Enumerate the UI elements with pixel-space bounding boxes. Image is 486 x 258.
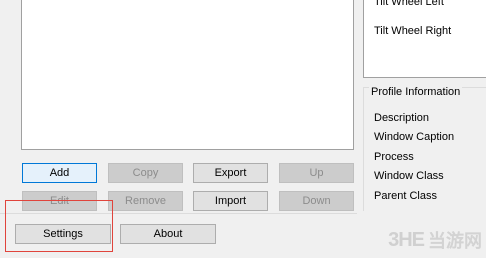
- highlight-box: [5, 200, 113, 252]
- watermark-text: 当游网: [428, 231, 482, 251]
- action-list[interactable]: Tilt Wheel Left Tilt Wheel Right: [363, 0, 486, 78]
- list-item[interactable]: Tilt Wheel Left: [374, 0, 444, 8]
- copy-button[interactable]: Copy: [108, 163, 183, 183]
- watermark-logo: 3HE: [388, 228, 425, 251]
- profile-information-group: Profile Information Description Window C…: [363, 86, 486, 211]
- watermark: 3HE 当游网: [362, 225, 482, 255]
- remove-button[interactable]: Remove: [108, 191, 183, 211]
- up-button[interactable]: Up: [279, 163, 354, 183]
- add-button[interactable]: Add: [22, 163, 97, 183]
- import-button[interactable]: Import: [193, 191, 268, 211]
- profile-field-window-class[interactable]: Window Class: [374, 170, 444, 182]
- about-button[interactable]: About: [120, 224, 216, 244]
- profile-field-parent-class[interactable]: Parent Class: [374, 190, 437, 202]
- group-title: Profile Information: [369, 86, 463, 98]
- profile-listbox[interactable]: [21, 0, 354, 150]
- down-button[interactable]: Down: [279, 191, 354, 211]
- profile-field-description[interactable]: Description: [374, 112, 429, 124]
- export-button[interactable]: Export: [193, 163, 268, 183]
- list-item[interactable]: Tilt Wheel Right: [374, 25, 451, 37]
- profile-field-process[interactable]: Process: [374, 151, 414, 163]
- profile-field-window-caption[interactable]: Window Caption: [374, 131, 454, 143]
